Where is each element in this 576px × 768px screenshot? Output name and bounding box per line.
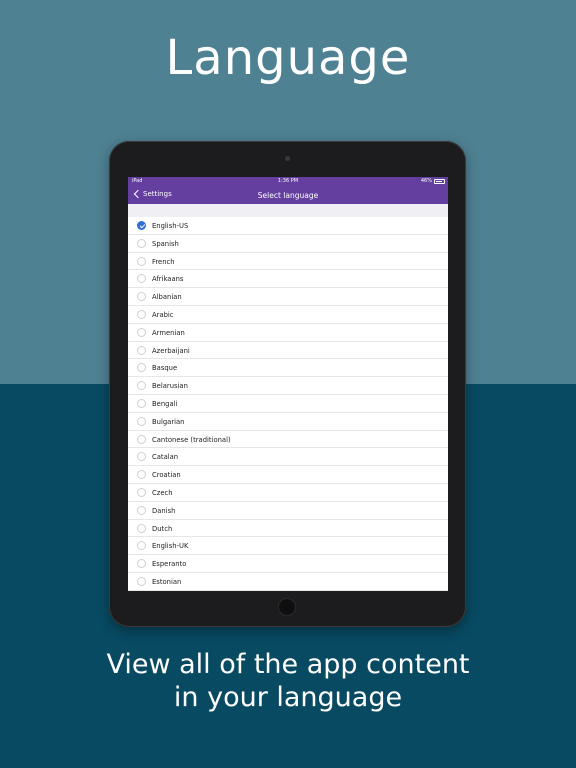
language-label: Esperanto: [152, 560, 187, 569]
language-row[interactable]: Azerbaijani: [128, 342, 448, 360]
language-row[interactable]: Armenian: [128, 324, 448, 342]
radio-circle-icon: [137, 398, 146, 408]
language-row[interactable]: English-US: [128, 217, 448, 235]
radio-circle-icon: [137, 505, 146, 515]
language-row[interactable]: Esperanto: [128, 555, 448, 573]
battery-icon: [434, 179, 445, 184]
radio-circle-icon: [137, 576, 146, 586]
device-screen: iPad 1:36 PM 46% Settings Select languag…: [128, 177, 448, 591]
language-row[interactable]: English-UK: [128, 537, 448, 556]
camera-icon: [285, 156, 290, 161]
radio-circle-icon: [137, 559, 146, 569]
radio-circle-icon: [137, 434, 146, 444]
language-label: Croatian: [152, 471, 181, 480]
radio-circle-icon: [137, 238, 146, 248]
language-row[interactable]: Basque: [128, 359, 448, 378]
navigation-bar: Settings Select language: [128, 186, 448, 204]
language-label: English-UK: [152, 542, 189, 551]
language-row[interactable]: Dutch: [128, 520, 448, 538]
radio-circle-icon: [137, 487, 146, 497]
status-bar: iPad 1:36 PM 46%: [128, 177, 448, 186]
radio-circle-icon: [137, 292, 146, 302]
radio-circle-icon: [137, 381, 146, 391]
language-row[interactable]: Belarusian: [128, 377, 448, 395]
radio-circle-icon: [137, 523, 146, 533]
radio-circle-icon: [137, 345, 146, 355]
language-label: Catalan: [152, 453, 179, 462]
language-label: Armenian: [152, 328, 185, 337]
language-label: Arabic: [152, 310, 174, 319]
language-row[interactable]: Cantonese (traditional): [128, 431, 448, 449]
language-label: Belarusian: [152, 382, 188, 391]
language-label: Cantonese (traditional): [152, 435, 231, 444]
language-label: Albanian: [152, 293, 182, 302]
radio-circle-icon: [137, 256, 146, 266]
language-row[interactable]: French: [128, 253, 448, 271]
language-row[interactable]: Danish: [128, 502, 448, 520]
language-row[interactable]: Spanish: [128, 235, 448, 253]
page-headline: Language: [165, 30, 411, 86]
language-row[interactable]: Croatian: [128, 466, 448, 484]
language-row[interactable]: Bengali: [128, 395, 448, 413]
language-label: Dutch: [152, 524, 173, 533]
tagline-line-2: in your language: [173, 682, 403, 713]
section-gap: [128, 204, 448, 217]
battery-percent: 46%: [420, 178, 432, 184]
language-label: Bulgarian: [152, 417, 185, 426]
language-label: Danish: [152, 506, 176, 515]
status-time: 1:36 PM: [277, 178, 299, 184]
language-label: English-US: [152, 222, 189, 230]
radio-circle-icon: [137, 470, 146, 480]
language-label: Czech: [152, 488, 173, 497]
language-row[interactable]: Albanian: [128, 288, 448, 306]
ipad-device-frame: iPad 1:36 PM 46% Settings Select languag…: [109, 141, 466, 627]
radio-circle-icon: [137, 309, 146, 319]
radio-circle-icon: [137, 541, 146, 551]
language-row[interactable]: Arabic: [128, 306, 448, 324]
language-label: Afrikaans: [152, 275, 184, 284]
language-row[interactable]: Estonian: [128, 573, 448, 591]
checkmark-icon: [137, 221, 146, 230]
language-row[interactable]: Czech: [128, 484, 448, 502]
language-label: Bengali: [152, 399, 178, 408]
language-label: Basque: [152, 364, 178, 373]
language-row[interactable]: Afrikaans: [128, 270, 448, 289]
language-row[interactable]: Bulgarian: [128, 413, 448, 431]
radio-circle-icon: [137, 274, 146, 284]
nav-title: Select language: [257, 191, 319, 200]
radio-circle-icon: [137, 363, 146, 373]
tagline-line-1: View all of the app content: [106, 649, 470, 680]
radio-circle-icon: [137, 327, 146, 337]
language-label: Estonian: [152, 577, 182, 586]
radio-circle-icon: [137, 452, 146, 462]
language-row[interactable]: Catalan: [128, 448, 448, 467]
home-button[interactable]: [278, 598, 296, 616]
language-list: English-US Spanish French Afrikaans Albanian…: [128, 217, 448, 591]
language-label: French: [152, 257, 175, 266]
radio-circle-icon: [137, 416, 146, 426]
language-label: Spanish: [152, 239, 179, 248]
language-label: Azerbaijani: [152, 346, 190, 355]
tagline: View all of the app content in your lang…: [0, 648, 576, 714]
